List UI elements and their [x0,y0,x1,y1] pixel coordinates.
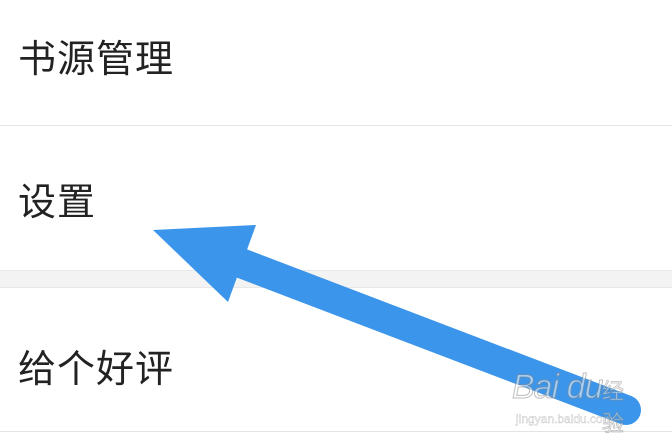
watermark-brand: Bai du [511,368,603,407]
menu-item-book-source-management[interactable]: 书源管理 [0,0,672,125]
section-gap [0,270,672,288]
menu-item-label: 书源管理 [18,37,175,81]
watermark-url: jingyan.baidu.com [516,412,613,426]
menu-item-settings[interactable]: 设置 [0,126,672,270]
settings-menu-screen: 书源管理 设置 给个好评 Bai du 经验 jingyan.baidu.com [0,0,672,442]
baidu-jingyan-watermark: Bai du 经验 jingyan.baidu.com [511,368,642,438]
menu-item-label: 设置 [18,179,97,224]
watermark-brand-cn: 经验 [602,380,625,438]
menu-item-label: 给个好评 [18,346,175,391]
